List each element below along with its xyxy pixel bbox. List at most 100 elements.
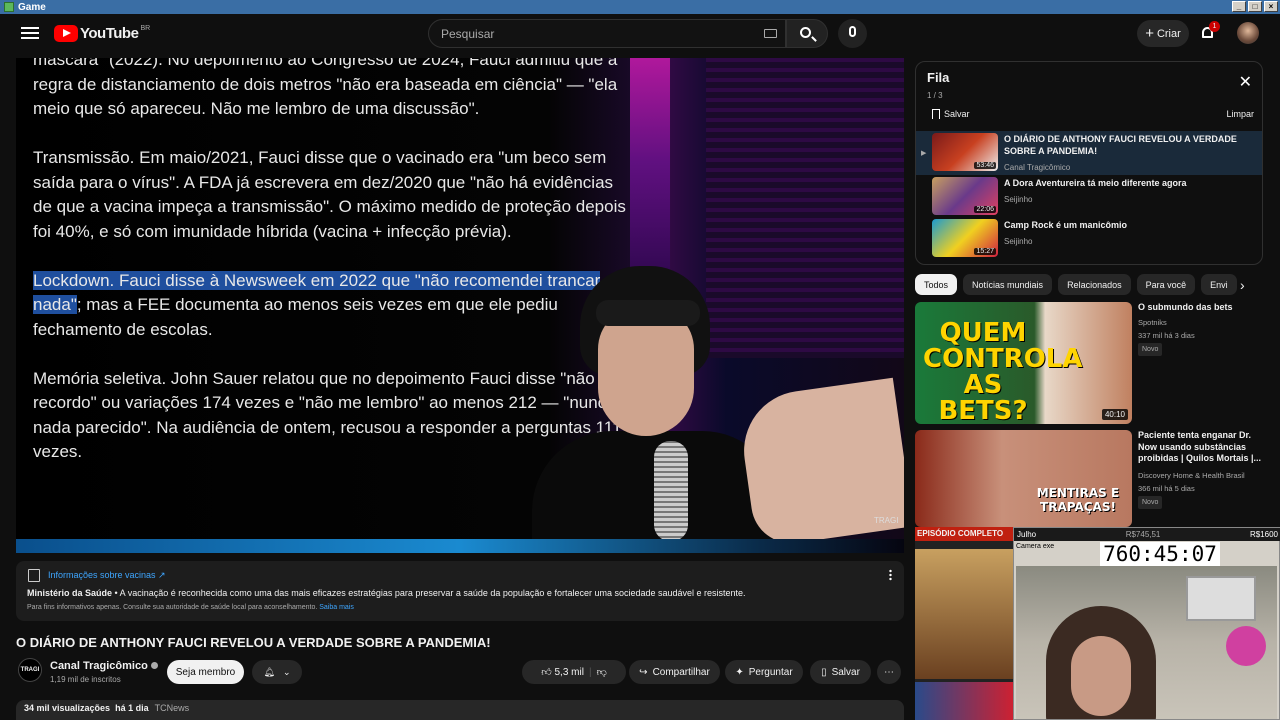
hamburger-menu-icon[interactable] <box>21 24 39 42</box>
chevron-right-icon[interactable]: › <box>1240 277 1245 293</box>
bookmark-icon: ▯ <box>821 666 827 678</box>
share-button[interactable]: ↪ Compartilhar <box>629 660 720 684</box>
queue-clear-button[interactable]: Limpar <box>1226 109 1254 119</box>
chip-all[interactable]: Todos <box>915 274 958 295</box>
info-source: Ministério da Saúde <box>27 588 113 598</box>
hashtag[interactable]: TCNews <box>155 703 190 713</box>
search-button[interactable] <box>786 19 828 48</box>
streamer-webcam <box>532 266 782 553</box>
create-label: Criar <box>1156 27 1181 40</box>
minimize-button[interactable]: _ <box>1232 1 1246 12</box>
queue-item-title: Camp Rock é um manicômio <box>1004 220 1128 230</box>
share-icon: ↪ <box>639 666 648 678</box>
ask-label: Perguntar <box>748 666 793 678</box>
notifications-button[interactable]: 1 <box>1200 21 1220 41</box>
subscription-bell-button[interactable]: 🔔︎ ⌄ <box>252 660 302 684</box>
recommendation-stats: 337 mil há 3 dias <box>1138 331 1195 340</box>
recommendation-channel: Spotniks <box>1138 318 1167 327</box>
chip-world-news[interactable]: Notícias mundiais <box>963 274 1053 295</box>
channel-name-text: Canal Tragicômico <box>50 660 148 672</box>
queue-thumbnail: 15:27 <box>932 219 998 257</box>
dislike-button[interactable]: 👎︎ <box>597 666 607 678</box>
queue-item[interactable]: 15:27 Camp Rock é um manicômio Seijinho <box>916 217 1262 261</box>
keyboard-icon[interactable] <box>764 29 777 38</box>
create-button[interactable]: + Criar <box>1137 20 1189 47</box>
game-icon <box>4 2 14 12</box>
channel-name[interactable]: Canal Tragicômico <box>50 660 158 672</box>
duration: 22:06 <box>974 206 996 213</box>
notifications-badge: 1 <box>1209 21 1220 32</box>
youtube-logo[interactable]: YouTube BR <box>54 25 150 42</box>
queue-panel: Fila 1 / 3 ✕ Salvar Limpar ▶ 53:46 O DIÁ… <box>915 61 1263 265</box>
duration: 53:46 <box>974 162 996 169</box>
info-body: Ministério da Saúde • A vacinação é reco… <box>27 588 746 598</box>
voice-search-button[interactable] <box>838 19 867 48</box>
info-panel: Informações sobre vacinas ↗ Ministério d… <box>16 561 904 621</box>
new-badge: Novo <box>1138 343 1163 356</box>
bell-icon: 🔔︎ <box>263 666 275 677</box>
video-player[interactable]: máscara" (2022). No depoimento ao Congre… <box>16 58 904 553</box>
overlay-month: Julho <box>1017 530 1037 539</box>
chevron-down-icon: ⌄ <box>282 666 291 677</box>
like-button[interactable]: 👍︎ 5,3 mil <box>541 666 584 678</box>
window-title: Game <box>18 1 46 13</box>
verified-icon <box>150 662 158 669</box>
webcam-feed <box>1016 566 1277 719</box>
close-window-button[interactable]: × <box>1264 1 1278 12</box>
recommendation-item[interactable]: MENTIRAS E TRAPAÇAS! Paciente tenta enga… <box>915 430 1265 527</box>
description-box[interactable]: 34 mil visualizações há 1 dia TCNews <box>16 700 904 720</box>
recommendation-title: Paciente tenta enganar Dr. Now usando su… <box>1138 430 1262 463</box>
queue-item-title: A Dora Aventureira tá meio diferente ago… <box>1004 178 1187 188</box>
recommendation-channel: Discovery Home & Health Brasil <box>1138 471 1245 480</box>
save-button[interactable]: ▯ Salvar <box>810 660 871 684</box>
queue-item-channel: Seijinho <box>1004 195 1033 204</box>
info-link[interactable]: Informações sobre vacinas ↗ <box>48 570 166 581</box>
video-paragraph: Lockdown. Fauci disse à Newsweek em 2022… <box>33 269 633 343</box>
more-actions-button[interactable]: ⋯ <box>877 660 901 684</box>
video-progress-bar[interactable] <box>16 539 904 553</box>
chip-for-you[interactable]: Para você <box>1136 274 1196 295</box>
search-icon <box>800 27 811 38</box>
stream-overlay-window: Julho R$745,51 R$1600 Camera exe 760:45:… <box>1013 527 1280 720</box>
queue-item-title: O DIÁRIO DE ANTHONY FAUCI REVELOU A VERD… <box>1004 134 1237 156</box>
thumbnail-text: MENTIRAS E TRAPAÇAS! <box>1036 486 1120 514</box>
logo-text: YouTube <box>80 25 139 42</box>
channel-avatar[interactable]: TRAGI <box>18 658 42 682</box>
queue-item[interactable]: 22:06 A Dora Aventureira tá meio diferen… <box>916 175 1262 219</box>
close-icon[interactable]: ✕ <box>1239 72 1252 92</box>
join-button[interactable]: Seja membro <box>167 660 244 684</box>
queue-thumbnail: 22:06 <box>932 177 998 215</box>
sparkle-icon: ✦ <box>735 666 744 678</box>
duration: 15:27 <box>974 248 996 255</box>
info-text: • A vacinação é reconhecida como uma das… <box>112 588 746 598</box>
queue-save-label: Salvar <box>944 109 970 119</box>
maximize-button[interactable]: □ <box>1248 1 1262 12</box>
recommendation-title: O submundo das bets <box>1138 302 1233 312</box>
paragraph-rest: ; mas a FEE documenta ao menos seis veze… <box>33 295 558 339</box>
info-footer-text: Para fins informativos apenas. Consulte … <box>27 604 318 611</box>
window-titlebar: Game _ □ × <box>0 0 1280 14</box>
info-icon <box>28 569 40 582</box>
queue-item[interactable]: ▶ 53:46 O DIÁRIO DE ANTHONY FAUCI REVELO… <box>916 131 1262 175</box>
recommendation-item[interactable]: QUEM CONTROLA AS BETS? 40:10 O submundo … <box>915 302 1265 424</box>
youtube-header: YouTube BR Pesquisar + Criar 1 <box>0 14 1280 54</box>
thumbnail-text: QUEM CONTROLA AS BETS? <box>923 318 1083 424</box>
chip-related[interactable]: Relacionados <box>1058 274 1131 295</box>
chip-sent[interactable]: Envi <box>1201 274 1237 295</box>
info-footer: Para fins informativos apenas. Consulte … <box>27 604 354 611</box>
bookmark-icon <box>932 109 940 119</box>
country-code: BR <box>140 25 151 32</box>
recommendation-thumbnail-partial[interactable]: EPISÓDIO COMPLETO <box>915 527 1015 720</box>
ask-button[interactable]: ✦ Perguntar <box>725 660 803 684</box>
learn-more-link[interactable]: Saiba mais <box>319 604 354 611</box>
search-input[interactable]: Pesquisar <box>428 19 786 48</box>
share-label: Compartilhar <box>652 666 710 678</box>
recommendation-thumbnail: MENTIRAS E TRAPAÇAS! <box>915 430 1132 527</box>
more-options-icon[interactable] <box>889 569 892 581</box>
user-avatar[interactable] <box>1237 22 1259 44</box>
video-paragraph: máscara" (2022). No depoimento ao Congre… <box>33 58 618 118</box>
queue-save-button[interactable]: Salvar <box>932 109 970 119</box>
search-placeholder: Pesquisar <box>441 27 495 41</box>
video-text-overlay: máscara" (2022). No depoimento ao Congre… <box>33 58 633 489</box>
video-title: O DIÁRIO DE ANTHONY FAUCI REVELOU A VERD… <box>16 635 491 650</box>
